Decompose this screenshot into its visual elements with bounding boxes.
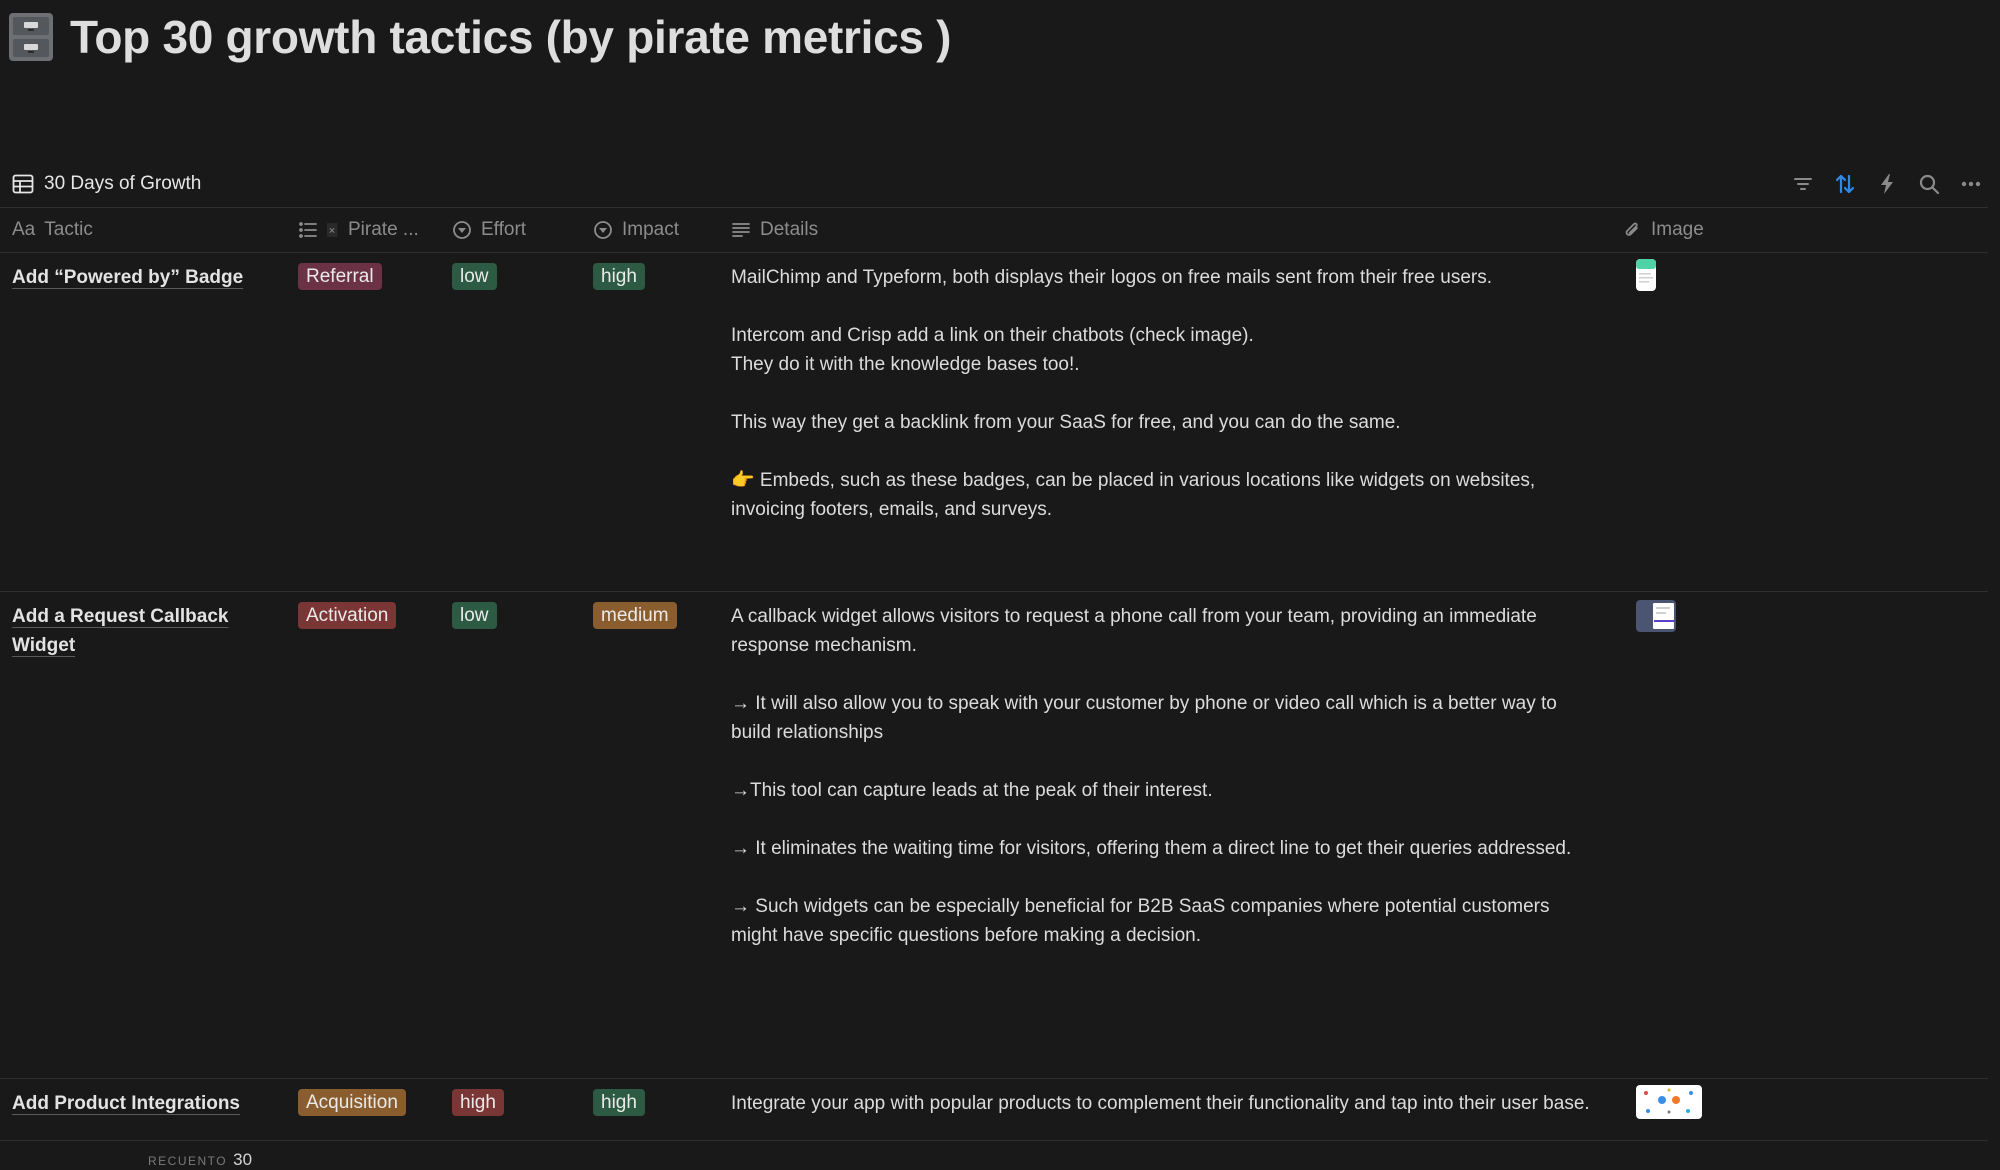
title-property-icon: Aa — [12, 219, 36, 240]
table-header: Aa Tactic ✕ Pirate ... Effort Impact Det… — [0, 207, 1988, 253]
status-select-icon — [453, 221, 471, 239]
svg-text:✕: ✕ — [329, 225, 336, 235]
column-label: Tactic — [44, 219, 93, 240]
table-icon — [12, 174, 34, 194]
pirate-tag[interactable]: Referral — [298, 263, 382, 290]
details-paragraph: A callback widget allows visitors to req… — [731, 606, 1537, 656]
details-cell[interactable]: MailChimp and Typeform, both displays th… — [719, 253, 1610, 591]
details-paragraph: → It will also allow you to speak with y… — [731, 693, 1557, 743]
effort-tag[interactable]: low — [452, 602, 497, 629]
tactic-title[interactable]: Add a Request Callback Widget — [12, 606, 228, 656]
sort-icon — [1835, 174, 1855, 194]
pirate-tag[interactable]: Activation — [298, 602, 397, 629]
tactic-title[interactable]: Add “Powered by” Badge — [12, 267, 243, 288]
paperclip-icon — [1625, 222, 1638, 236]
column-label: Impact — [622, 219, 680, 240]
details-paragraph: MailChimp and Typeform, both displays th… — [731, 267, 1493, 288]
details-cell[interactable]: Integrate your app with popular products… — [719, 1079, 1610, 1140]
sort-button[interactable] — [1834, 173, 1856, 195]
details-paragraph: 👉 Embeds, such as these badges, can be p… — [731, 470, 1536, 520]
effort-tag[interactable]: low — [452, 263, 497, 290]
column-label: Details — [760, 219, 819, 240]
filter-button[interactable] — [1792, 173, 1814, 195]
status-select-icon — [594, 221, 612, 239]
details-paragraph: This way they get a backlink from your S… — [731, 412, 1401, 433]
image-thumbnail-callback-widget[interactable] — [1636, 600, 1676, 632]
image-thumbnail-integrations-diagram[interactable] — [1636, 1085, 1702, 1119]
column-header-details[interactable]: Details — [719, 208, 1610, 252]
search-button[interactable] — [1918, 173, 1940, 195]
column-header-pirate[interactable]: ✕ Pirate ... — [278, 208, 440, 252]
more-button[interactable] — [1960, 173, 1982, 195]
column-header-impact[interactable]: Impact — [581, 208, 719, 252]
filter-icon — [1794, 178, 1812, 190]
multi-select-icon — [299, 222, 317, 238]
column-label: Effort — [481, 219, 527, 240]
impact-tag[interactable]: medium — [593, 602, 677, 629]
text-property-icon — [732, 223, 750, 237]
tactic-title[interactable]: Add Product Integrations — [12, 1093, 240, 1114]
database-table: Aa Tactic ✕ Pirate ... Effort Impact Det… — [0, 207, 1988, 1141]
table-row[interactable]: Add “Powered by” Badge Referral low high… — [0, 253, 1988, 592]
page-title: Top 30 growth tactics (by pirate metrics… — [70, 11, 952, 63]
count-label: RECUENTO — [148, 1154, 228, 1168]
table-row[interactable]: Add Product Integrations Acquisition hig… — [0, 1079, 1988, 1141]
details-paragraph: → Such widgets can be especially benefic… — [731, 896, 1550, 946]
view-name: 30 Days of Growth — [44, 173, 202, 194]
column-header-image[interactable]: Image — [1610, 208, 1988, 252]
table-row[interactable]: Add a Request Callback Widget Activation… — [0, 592, 1988, 1079]
details-cell[interactable]: A callback widget allows visitors to req… — [719, 592, 1610, 1078]
column-header-tactic[interactable]: Aa Tactic — [0, 208, 278, 252]
details-paragraph: → It eliminates the waiting time for vis… — [731, 838, 1572, 859]
view-actions — [1792, 173, 1982, 195]
image-thumbnail-phone-mockup[interactable] — [1636, 259, 1656, 291]
impact-tag[interactable]: high — [593, 263, 645, 290]
view-bar: 30 Days of Growth — [12, 164, 1988, 204]
pirate-flag-icon: ✕ — [327, 223, 338, 237]
impact-tag[interactable]: high — [593, 1089, 645, 1116]
column-header-effort[interactable]: Effort — [440, 208, 581, 252]
details-paragraph: →This tool can capture leads at the peak… — [731, 780, 1213, 801]
table-footer-count: RECUENTO 30 — [148, 1150, 252, 1170]
page-header: Top 30 growth tactics (by pirate metrics… — [8, 10, 952, 64]
view-tab-30-days-of-growth[interactable]: 30 Days of Growth — [12, 173, 201, 195]
pirate-tag[interactable]: Acquisition — [298, 1089, 406, 1116]
more-horizontal-icon — [1961, 181, 1981, 187]
file-cabinet-icon — [9, 13, 53, 61]
details-paragraph: Integrate your app with popular products… — [731, 1093, 1590, 1114]
column-label: Image — [1651, 219, 1704, 240]
search-icon — [1919, 174, 1940, 195]
details-paragraph: Intercom and Crisp add a link on their c… — [731, 325, 1254, 375]
effort-tag[interactable]: high — [452, 1089, 504, 1116]
column-label: Pirate ... — [348, 219, 419, 240]
lightning-icon — [1881, 174, 1893, 194]
automations-button[interactable] — [1876, 173, 1898, 195]
count-value: 30 — [233, 1150, 253, 1169]
